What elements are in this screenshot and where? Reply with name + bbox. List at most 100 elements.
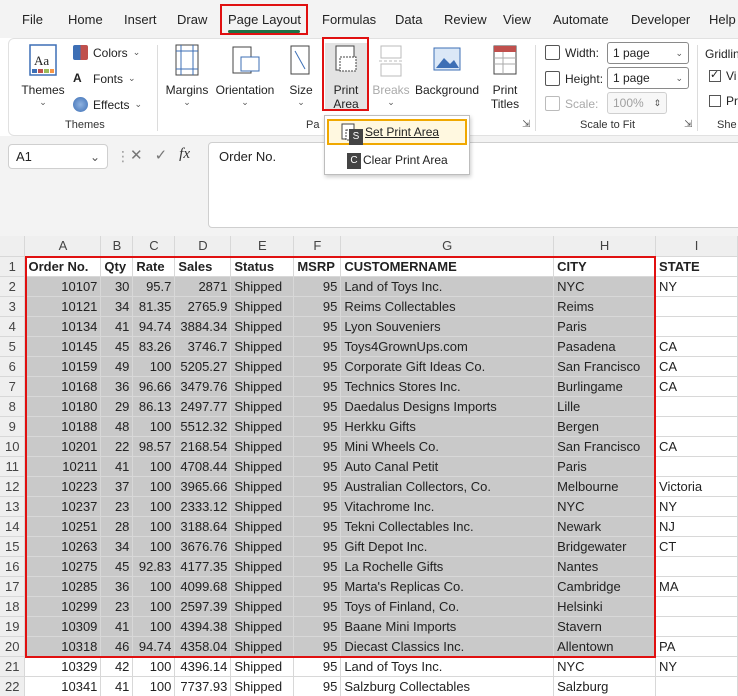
cell[interactable]: CA [655, 436, 738, 457]
column-header[interactable]: I [655, 236, 738, 257]
cell[interactable]: 45 [100, 556, 134, 577]
cell[interactable]: 41 [100, 316, 134, 337]
cell[interactable]: Qty [100, 256, 134, 277]
row-header[interactable]: 22 [0, 676, 26, 696]
cell[interactable]: 10201 [24, 436, 102, 457]
cell[interactable]: 10263 [24, 536, 102, 557]
cell[interactable]: Gift Depot Inc. [340, 536, 555, 557]
cell[interactable]: 100 [132, 656, 176, 677]
cell[interactable]: Shipped [230, 316, 295, 337]
column-header[interactable]: B [100, 236, 134, 257]
select-all-corner[interactable] [0, 236, 26, 257]
row-header[interactable]: 18 [0, 596, 26, 617]
gridlines-print-checkbox[interactable]: Pr [709, 94, 738, 108]
cell[interactable]: Toys of Finland, Co. [340, 596, 555, 617]
cell[interactable]: NY [655, 496, 738, 517]
cell[interactable]: Reims [553, 296, 657, 317]
cell[interactable]: 42 [100, 656, 134, 677]
tab-home[interactable]: Home [68, 12, 103, 27]
cell[interactable]: 95 [293, 636, 342, 657]
cell[interactable]: 95 [293, 596, 342, 617]
cell[interactable]: Shipped [230, 376, 295, 397]
cell[interactable]: 41 [100, 676, 134, 696]
cell[interactable]: 100 [132, 616, 176, 637]
print-titles-button[interactable]: Print Titles [485, 43, 525, 111]
dialog-launcher-icon[interactable]: ⇲ [522, 119, 530, 130]
cell[interactable]: 95 [293, 396, 342, 417]
cell[interactable]: 4394.38 [174, 616, 232, 637]
cell[interactable]: Salzburg [553, 676, 657, 696]
cell[interactable]: 3479.76 [174, 376, 232, 397]
cell[interactable]: Lyon Souveniers [340, 316, 555, 337]
cell[interactable]: 83.26 [132, 336, 176, 357]
tab-view[interactable]: View [503, 12, 531, 27]
effects-button[interactable]: Effects ⌄ [73, 97, 142, 112]
cell[interactable]: Shipped [230, 296, 295, 317]
cell[interactable]: Vitachrome Inc. [340, 496, 555, 517]
cell[interactable]: Lille [553, 396, 657, 417]
cell[interactable]: Sales [174, 256, 232, 277]
cell[interactable]: Shipped [230, 336, 295, 357]
cell[interactable] [655, 556, 738, 577]
set-print-area-item[interactable]: S Set Print Area [327, 119, 467, 145]
margins-button[interactable]: Margins ⌄ [163, 43, 211, 108]
cell[interactable]: 34 [100, 536, 134, 557]
cell[interactable]: 10285 [24, 576, 102, 597]
cell[interactable]: MA [655, 576, 738, 597]
cell[interactable]: 98.57 [132, 436, 176, 457]
enter-icon[interactable]: ✓ [155, 146, 168, 164]
cell[interactable]: 2333.12 [174, 496, 232, 517]
tab-formulas[interactable]: Formulas [322, 12, 376, 27]
cell[interactable]: 23 [100, 496, 134, 517]
cell[interactable]: 95 [293, 476, 342, 497]
row-header[interactable]: 16 [0, 556, 26, 577]
cell[interactable]: 22 [100, 436, 134, 457]
cell[interactable]: 10237 [24, 496, 102, 517]
cell[interactable]: 95 [293, 496, 342, 517]
cell[interactable]: 100 [132, 356, 176, 377]
cell[interactable]: Cambridge [553, 576, 657, 597]
cancel-icon[interactable]: ✕ [130, 146, 143, 164]
cell[interactable]: 36 [100, 376, 134, 397]
cell[interactable]: La Rochelle Gifts [340, 556, 555, 577]
cell[interactable]: Shipped [230, 496, 295, 517]
cell[interactable]: 95 [293, 616, 342, 637]
cell[interactable]: 10145 [24, 336, 102, 357]
cell[interactable]: 48 [100, 416, 134, 437]
cell[interactable]: 5512.32 [174, 416, 232, 437]
insert-function-icon[interactable]: fx [179, 146, 190, 164]
cell[interactable]: 10275 [24, 556, 102, 577]
cell[interactable]: 10107 [24, 276, 102, 297]
cell[interactable]: 2871 [174, 276, 232, 297]
cell[interactable]: Toys4GrownUps.com [340, 336, 555, 357]
tab-review[interactable]: Review [444, 12, 487, 27]
cell[interactable]: 2168.54 [174, 436, 232, 457]
cell[interactable] [655, 596, 738, 617]
cell[interactable]: Paris [553, 456, 657, 477]
cell[interactable]: CITY [553, 256, 657, 277]
cell[interactable]: Mini Wheels Co. [340, 436, 555, 457]
row-header[interactable]: 17 [0, 576, 26, 597]
cell[interactable]: 10211 [24, 456, 102, 477]
cell[interactable]: 7737.93 [174, 676, 232, 696]
cell[interactable]: Marta's Replicas Co. [340, 576, 555, 597]
cell[interactable]: Paris [553, 316, 657, 337]
cell[interactable]: Shipped [230, 396, 295, 417]
row-header[interactable]: 21 [0, 656, 26, 677]
cell[interactable]: Corporate Gift Ideas Co. [340, 356, 555, 377]
cell[interactable]: Daedalus Designs Imports [340, 396, 555, 417]
column-header[interactable]: A [24, 236, 102, 257]
cell[interactable]: Shipped [230, 476, 295, 497]
cell[interactable]: 95 [293, 296, 342, 317]
row-header[interactable]: 1 [0, 256, 26, 277]
height-select[interactable]: 1 page ⌄ [607, 67, 689, 89]
cell[interactable]: Salzburg Collectables [340, 676, 555, 696]
column-header[interactable]: F [293, 236, 342, 257]
cell[interactable] [655, 416, 738, 437]
cell[interactable]: 4396.14 [174, 656, 232, 677]
cell[interactable]: Shipped [230, 416, 295, 437]
cell[interactable]: 36 [100, 576, 134, 597]
row-header[interactable]: 8 [0, 396, 26, 417]
cell[interactable]: Auto Canal Petit [340, 456, 555, 477]
cell[interactable] [655, 296, 738, 317]
